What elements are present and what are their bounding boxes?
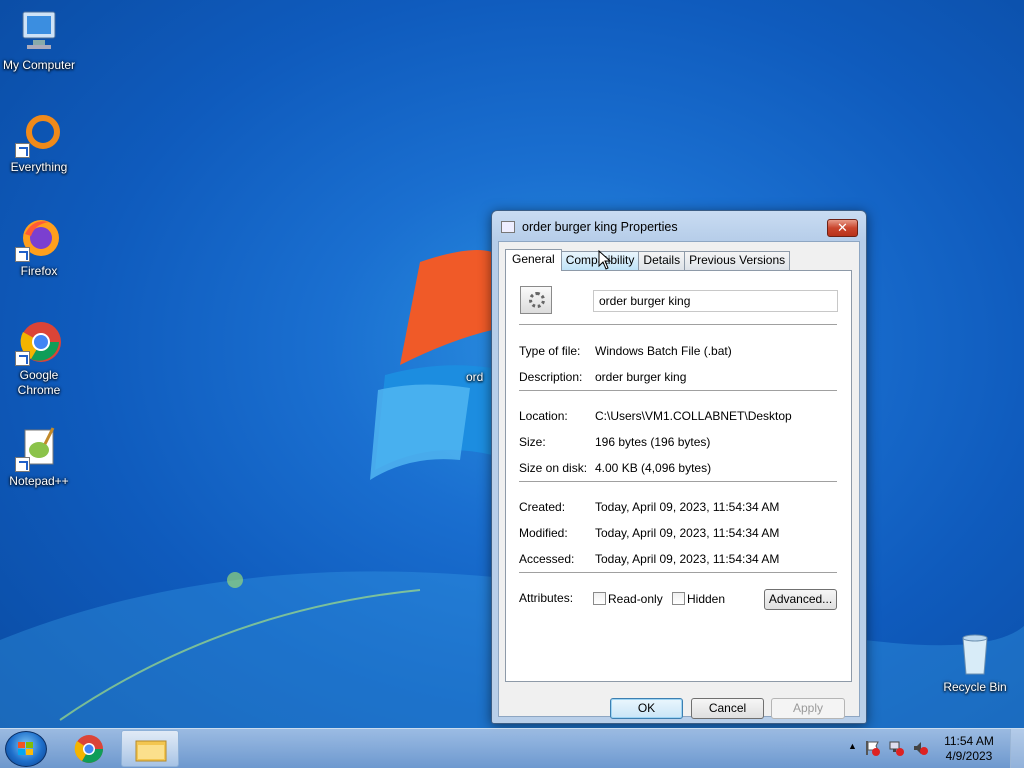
taskbar-explorer[interactable] — [121, 730, 179, 767]
location-label: Location: — [519, 409, 568, 423]
dialog-client-area: General Compatibility Details Previous V… — [498, 241, 860, 719]
created-label: Created: — [519, 500, 566, 514]
divider — [519, 572, 837, 573]
taskbar-chrome[interactable] — [60, 730, 118, 767]
everything-icon — [15, 110, 63, 158]
advanced-button[interactable]: Advanced... — [764, 589, 837, 610]
folder-icon — [135, 740, 167, 762]
read-only-checkbox[interactable] — [593, 592, 606, 605]
description-label: Description: — [519, 370, 583, 384]
type-of-file-label: Type of file: — [519, 344, 581, 358]
batch-file-icon — [501, 221, 515, 233]
tab-strip: General Compatibility Details Previous V… — [505, 249, 791, 271]
system-tray: ▲ 11:54 AM 4/9/2023 — [834, 729, 1024, 768]
desktop-icon-label: Everything — [10, 160, 68, 174]
file-name-input[interactable]: order burger king — [593, 290, 838, 312]
clock[interactable]: 11:54 AM 4/9/2023 — [939, 734, 999, 764]
shortcut-arrow-icon — [15, 247, 30, 262]
desktop-icon-label: Firefox — [20, 264, 58, 278]
tab-previous-versions[interactable]: Previous Versions — [684, 251, 791, 270]
tab-details[interactable]: Details — [638, 251, 686, 270]
shortcut-arrow-icon — [15, 457, 30, 472]
divider — [519, 324, 837, 325]
location-value: C:\Users\VM1.COLLABNET\Desktop — [595, 409, 792, 423]
desktop-icon-label: My Computer — [2, 58, 76, 72]
desktop-icon-notepad-plus-plus[interactable]: Notepad++ — [0, 424, 78, 489]
size-label: Size: — [519, 435, 546, 449]
chrome-icon — [15, 318, 63, 366]
chrome-icon — [74, 735, 103, 763]
taskbar: ▲ 11:54 AM 4/9/2023 — [0, 728, 1024, 768]
shortcut-arrow-icon — [15, 143, 30, 158]
close-button[interactable]: ✕ — [827, 219, 858, 237]
start-button[interactable] — [5, 731, 47, 767]
shortcut-arrow-icon — [15, 351, 30, 366]
size-on-disk-value: 4.00 KB (4,096 bytes) — [595, 461, 712, 475]
general-tab-panel: order burger king Type of file: Windows … — [505, 270, 852, 682]
desktop-icon-recycle-bin[interactable]: Recycle Bin — [936, 630, 1014, 695]
close-icon: ✕ — [837, 220, 848, 235]
properties-dialog: order burger king Properties ✕ General C… — [491, 210, 867, 724]
accessed-value: Today, April 09, 2023, 11:54:34 AM — [595, 552, 780, 566]
divider — [519, 390, 837, 391]
type-of-file-value: Windows Batch File (.bat) — [595, 344, 732, 358]
desktop-icon-label: Recycle Bin — [943, 680, 1007, 694]
modified-label: Modified: — [519, 526, 568, 540]
cancel-button[interactable]: Cancel — [691, 698, 764, 719]
show-desktop-button[interactable] — [1010, 729, 1024, 768]
windows-logo-icon — [18, 742, 33, 755]
ok-button[interactable]: OK — [610, 698, 683, 719]
apply-button[interactable]: Apply — [771, 698, 845, 719]
dialog-title: order burger king Properties — [522, 220, 678, 234]
action-center-flag-icon[interactable] — [864, 740, 880, 756]
desktop-icon-everything[interactable]: Everything — [0, 110, 78, 175]
notepad-plus-plus-icon — [15, 424, 63, 472]
size-on-disk-label: Size on disk: — [519, 461, 588, 475]
firefox-icon — [15, 214, 63, 262]
desktop-icon-label: Google Chrome — [17, 368, 61, 397]
desktop-icon-firefox[interactable]: Firefox — [0, 214, 78, 279]
batch-file-gear-icon — [520, 286, 552, 314]
modified-value: Today, April 09, 2023, 11:54:34 AM — [595, 526, 780, 540]
recycle-bin-icon — [951, 630, 999, 678]
accessed-label: Accessed: — [519, 552, 575, 566]
desktop-icon-my-computer[interactable]: My Computer — [0, 8, 78, 73]
clock-date: 4/9/2023 — [945, 749, 993, 763]
desktop-icon-partial-label: ord — [466, 370, 484, 384]
divider — [519, 481, 837, 482]
dialog-titlebar[interactable]: order burger king Properties ✕ — [492, 211, 866, 241]
clock-time: 11:54 AM — [944, 734, 994, 748]
show-hidden-icons-arrow-icon[interactable]: ▲ — [848, 741, 857, 751]
size-value: 196 bytes (196 bytes) — [595, 435, 711, 449]
computer-icon — [15, 8, 63, 56]
mouse-cursor-icon — [598, 250, 612, 270]
volume-muted-icon[interactable] — [912, 740, 928, 756]
created-value: Today, April 09, 2023, 11:54:34 AM — [595, 500, 780, 514]
hidden-checkbox[interactable] — [672, 592, 685, 605]
description-value: order burger king — [595, 370, 687, 384]
network-icon[interactable] — [888, 740, 904, 756]
desktop-icon-label: Notepad++ — [9, 474, 69, 488]
desktop-icon-google-chrome[interactable]: Google Chrome — [0, 318, 78, 398]
tab-general[interactable]: General — [505, 249, 562, 271]
